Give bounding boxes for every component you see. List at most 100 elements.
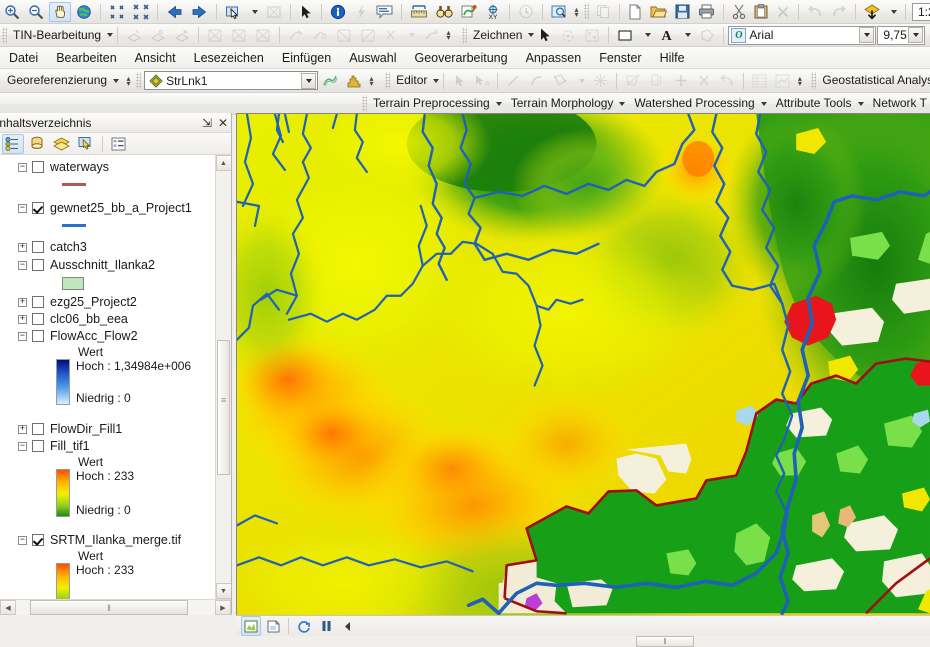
geostatistical-analyst-menu[interactable]: Geostatistical Analyst xyxy=(819,74,930,87)
menu-terrain-preprocessing[interactable]: Terrain Preprocessing xyxy=(370,97,493,110)
draw-menu[interactable]: Zeichnen xyxy=(470,28,525,42)
tin-triangle-3-icon[interactable] xyxy=(252,25,274,45)
menu-geoverarbeitung[interactable]: Geoverarbeitung xyxy=(405,48,516,68)
editor-menu[interactable]: Editor xyxy=(393,74,430,87)
menu-fenster[interactable]: Fenster xyxy=(590,48,650,68)
collapse-arrow-icon[interactable] xyxy=(338,616,358,636)
georeferencing-layer-dropdown-icon[interactable] xyxy=(301,72,317,89)
menu-ansicht[interactable]: Ansicht xyxy=(126,48,185,68)
rotate-icon[interactable] xyxy=(694,71,714,91)
identify-icon[interactable] xyxy=(327,2,349,22)
forward-extent-icon[interactable] xyxy=(188,2,211,22)
draw-select-elements-arrow-icon[interactable] xyxy=(535,25,555,45)
tin-flip-edge-icon[interactable] xyxy=(285,25,307,45)
pin-icon[interactable]: ⇲ xyxy=(199,116,215,130)
toc-tree-body[interactable]: − waterways − gewnet25_bb_a_Project1 + c… xyxy=(0,155,231,599)
edit-annotation-icon[interactable]: A xyxy=(471,71,492,91)
georef-layer-grip[interactable] xyxy=(136,72,142,89)
view-link-table-icon[interactable] xyxy=(319,71,341,91)
chevron-down-icon[interactable] xyxy=(619,101,626,106)
expander-minus-icon[interactable]: − xyxy=(18,203,27,213)
expander-plus-icon[interactable]: + xyxy=(18,424,27,434)
menu-terrain-morphology[interactable]: Terrain Morphology xyxy=(508,97,617,110)
list-by-selection-icon[interactable] xyxy=(75,134,97,154)
editor-toolbar-overflow[interactable]: ▴ ▾ xyxy=(794,71,805,91)
edit-vertices-icon[interactable] xyxy=(549,71,571,91)
tin-toolbar-grip[interactable] xyxy=(2,26,7,44)
cut-icon[interactable] xyxy=(729,2,749,22)
list-by-visibility-icon[interactable] xyxy=(50,134,73,154)
back-extent-icon[interactable] xyxy=(163,2,186,22)
select-features-dropdown-icon[interactable] xyxy=(246,2,261,22)
new-polygon-icon[interactable] xyxy=(696,25,718,45)
menu-auswahl[interactable]: Auswahl xyxy=(340,48,405,68)
menu-network-tools[interactable]: Network T xyxy=(870,97,930,110)
draw-font-size-dropdown-icon[interactable] xyxy=(908,27,924,43)
new-map-icon[interactable] xyxy=(625,2,645,22)
edit-vertices-dropdown-icon[interactable] xyxy=(573,71,588,91)
measure-icon[interactable] xyxy=(407,2,431,22)
toolbar-row-arc-hydro[interactable]: Terrain Preprocessing Terrain Morphology… xyxy=(0,93,930,115)
menu-hilfe[interactable]: Hilfe xyxy=(651,48,694,68)
layer-node-fill-tif1[interactable]: − Fill_tif1 xyxy=(18,438,215,454)
attributes-icon[interactable] xyxy=(749,71,770,91)
data-view-icon[interactable] xyxy=(241,616,261,636)
expander-minus-icon[interactable]: − xyxy=(18,162,27,172)
edit-tool-arrow-icon[interactable] xyxy=(449,71,469,91)
tools-toolbar-overflow[interactable]: ▴ ▾ xyxy=(571,2,582,22)
go-to-xy-icon[interactable]: XY xyxy=(482,2,504,22)
straight-segment-icon[interactable] xyxy=(503,71,524,91)
redo-icon[interactable] xyxy=(828,2,850,22)
font-color-icon[interactable]: A xyxy=(656,25,677,45)
chevron-down-icon[interactable] xyxy=(107,33,114,37)
scroll-down-arrow-icon[interactable]: ▼ xyxy=(215,583,231,599)
toolbar-row-tools-standard[interactable]: XY ▴ ▾ 1: xyxy=(0,0,930,24)
histogram-icon[interactable] xyxy=(343,71,365,91)
zoom-in-icon[interactable] xyxy=(1,2,23,22)
sketch-properties-icon[interactable] xyxy=(772,71,793,91)
georef-toolbar-overflow[interactable]: ▴ ▾ xyxy=(123,71,134,91)
fixed-zoom-out-icon[interactable] xyxy=(130,2,152,22)
layer-node-ezg25[interactable]: + ezg25_Project2 xyxy=(18,294,215,310)
layer-node-catch3[interactable]: + catch3 xyxy=(18,239,215,255)
layout-view-icon[interactable] xyxy=(263,616,283,636)
menu-einfuegen[interactable]: Einfügen xyxy=(273,48,340,68)
fill-color-dropdown-icon[interactable] xyxy=(639,25,654,45)
layer-checkbox-gewnet25[interactable] xyxy=(32,202,44,214)
draw-font-family-dropdown-icon[interactable] xyxy=(859,27,875,43)
menu-attribute-tools[interactable]: Attribute Tools xyxy=(773,97,855,110)
rotate-element-icon[interactable] xyxy=(557,25,579,45)
layer-node-flowacc[interactable]: − FlowAcc_Flow2 xyxy=(18,328,215,344)
layer-checkbox-catch3[interactable] xyxy=(32,241,44,253)
expander-minus-icon[interactable]: − xyxy=(18,535,27,545)
font-color-dropdown-icon[interactable] xyxy=(679,25,694,45)
menu-anpassen[interactable]: Anpassen xyxy=(517,48,591,68)
find-route-icon[interactable] xyxy=(458,2,480,22)
clear-selection-icon[interactable] xyxy=(263,2,285,22)
chevron-down-icon[interactable] xyxy=(528,33,535,37)
toolbar-row-tin-draw[interactable]: TIN-Bearbeitung ▴ ▾ Zeichnen A O Arial 9… xyxy=(0,24,930,47)
time-slider-icon[interactable] xyxy=(515,2,537,22)
standard-toolbar-grip[interactable] xyxy=(584,3,589,20)
draw-font-size-combo[interactable]: 9,75 xyxy=(877,25,926,45)
pause-drawing-icon[interactable] xyxy=(316,616,336,636)
list-by-drawing-order-icon[interactable] xyxy=(2,133,24,154)
scroll-thumb[interactable] xyxy=(217,340,230,475)
layer-node-ausschnitt-ilanka2[interactable]: − Ausschnitt_Ilanka2 xyxy=(18,257,215,273)
tin-select-area-icon[interactable] xyxy=(333,25,355,45)
zoom-out-icon[interactable] xyxy=(25,2,47,22)
full-extent-globe-icon[interactable] xyxy=(73,2,95,22)
merge-icon[interactable] xyxy=(670,71,692,91)
expander-minus-icon[interactable]: − xyxy=(18,441,27,451)
layer-checkbox-fill-tif1[interactable] xyxy=(32,440,44,452)
chevron-down-icon[interactable] xyxy=(433,78,440,83)
undo-edit-icon[interactable] xyxy=(716,71,738,91)
undo-icon[interactable] xyxy=(804,2,826,22)
layer-checkbox-ausschnitt-ilanka2[interactable] xyxy=(32,259,44,271)
layer-checkbox-waterways[interactable] xyxy=(32,161,44,173)
refresh-view-icon[interactable] xyxy=(294,616,314,636)
scroll-right-arrow-icon[interactable]: ▶ xyxy=(215,600,231,615)
scroll-up-arrow-icon[interactable]: ▲ xyxy=(215,155,231,171)
tin-edit-delete-point-icon[interactable] xyxy=(171,25,193,45)
geostat-toolbar-grip[interactable] xyxy=(811,72,817,89)
